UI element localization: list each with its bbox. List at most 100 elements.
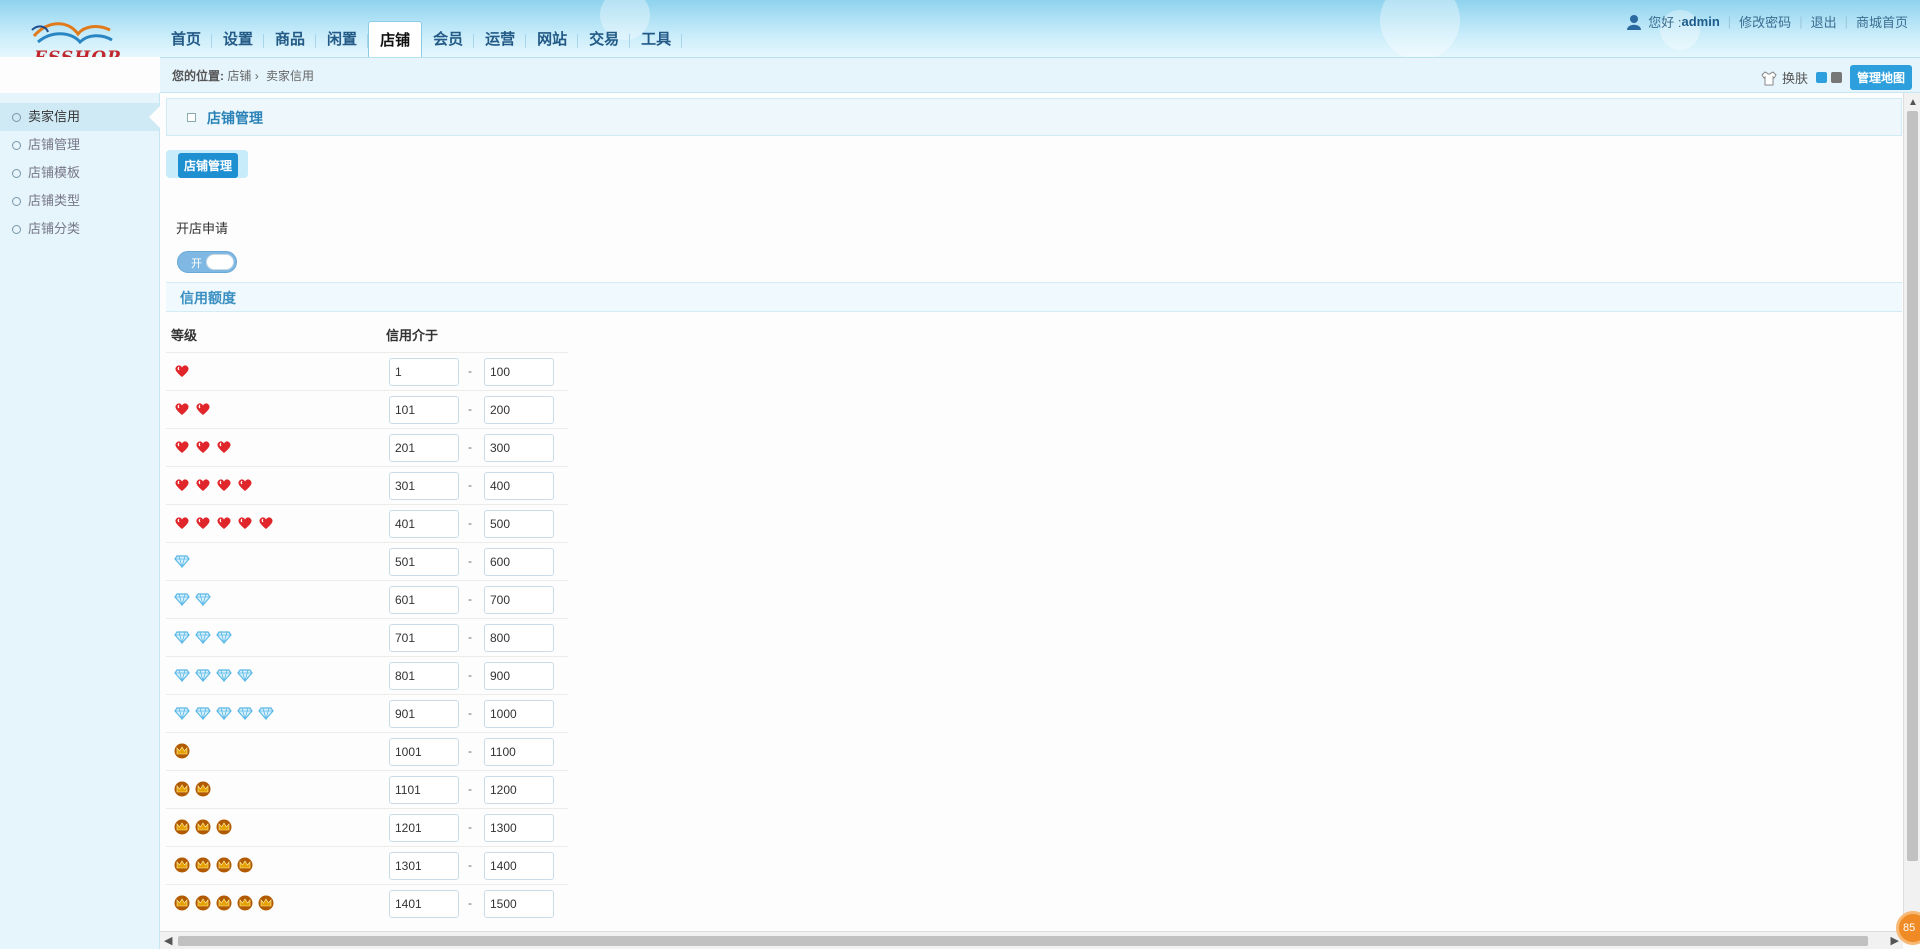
sidebar-item-0[interactable]: 卖家信用 (0, 103, 159, 131)
heart-icon (195, 477, 211, 496)
col-range: 信用介于 (386, 328, 439, 343)
level-icons (174, 895, 274, 914)
credit-max-input[interactable] (484, 852, 554, 880)
section-title: 店铺管理 (207, 110, 263, 126)
scroll-left-icon[interactable]: ◀ (164, 934, 172, 947)
credit-row: - (166, 846, 568, 884)
credit-row: - (166, 694, 568, 732)
heart-icon (237, 477, 253, 496)
nav-tab-5[interactable]: 会员 (422, 23, 475, 57)
nav-tab-9[interactable]: 工具 (630, 23, 683, 57)
heart-icon (195, 439, 211, 458)
credit-section-header: 信用额度 (166, 282, 1902, 312)
credit-min-input[interactable] (389, 814, 459, 842)
credit-row: - (166, 884, 568, 922)
shop-apply-toggle[interactable]: 开 (177, 251, 237, 273)
vertical-scroll-thumb[interactable] (1907, 111, 1918, 861)
skin-link[interactable]: 换肤 (1782, 68, 1808, 87)
credit-min-input[interactable] (389, 662, 459, 690)
credit-max-input[interactable] (484, 510, 554, 538)
credit-min-input[interactable] (389, 776, 459, 804)
credit-max-input[interactable] (484, 814, 554, 842)
sidebar-item-4[interactable]: 店铺分类 (0, 215, 159, 243)
breadcrumb-level1[interactable]: 店铺 (227, 69, 251, 83)
credit-min-input[interactable] (389, 738, 459, 766)
crown-icon (237, 857, 253, 876)
credit-max-input[interactable] (484, 700, 554, 728)
credit-max-input[interactable] (484, 586, 554, 614)
skin-gray-swatch[interactable] (1830, 72, 1842, 83)
heart-icon (174, 515, 190, 534)
nav-tab-7[interactable]: 网站 (526, 23, 579, 57)
credit-row: - (166, 656, 568, 694)
nav-tab-8[interactable]: 交易 (578, 23, 631, 57)
crown-icon (174, 819, 190, 838)
credit-min-input[interactable] (389, 472, 459, 500)
credit-min-input[interactable] (389, 548, 459, 576)
credit-max-input[interactable] (484, 890, 554, 918)
credit-min-input[interactable] (389, 434, 459, 462)
range-dash: - (468, 668, 472, 682)
nav-tab-2[interactable]: 商品 (264, 23, 317, 57)
diamond-icon (195, 705, 211, 724)
logo-text: ESSHOP (34, 48, 121, 57)
tshirt-icon (1761, 70, 1777, 85)
credit-max-input[interactable] (484, 624, 554, 652)
credit-row: - (166, 580, 568, 618)
nav-tab-3[interactable]: 闲置 (316, 23, 369, 57)
level-icons (174, 553, 190, 572)
mall-home-link[interactable]: 商城首页 (1856, 12, 1908, 31)
sidebar-item-2[interactable]: 店铺模板 (0, 159, 159, 187)
vertical-scrollbar[interactable]: ▲ (1903, 93, 1920, 931)
heart-icon (216, 515, 232, 534)
credit-min-input[interactable] (389, 890, 459, 918)
credit-min-input[interactable] (389, 852, 459, 880)
credit-min-input[interactable] (389, 624, 459, 652)
credit-max-input[interactable] (484, 396, 554, 424)
credit-max-input[interactable] (484, 548, 554, 576)
diamond-icon (174, 591, 190, 610)
nav-tab-4[interactable]: 店铺 (368, 21, 423, 57)
breadcrumb-prefix: 您的位置: (172, 69, 224, 83)
diamond-icon (195, 667, 211, 686)
crown-icon (195, 781, 211, 800)
range-dash: - (468, 630, 472, 644)
credit-min-input[interactable] (389, 700, 459, 728)
nav-tab-1[interactable]: 设置 (212, 23, 265, 57)
horizontal-scrollbar[interactable]: ◀ ▶ (160, 931, 1903, 949)
horizontal-scroll-thumb[interactable] (178, 936, 1868, 946)
diamond-icon (237, 705, 253, 724)
sidebar-item-1[interactable]: 店铺管理 (0, 131, 159, 159)
credit-max-input[interactable] (484, 776, 554, 804)
skin-blue-swatch[interactable] (1815, 72, 1827, 83)
credit-min-input[interactable] (389, 586, 459, 614)
crown-icon (174, 895, 190, 914)
credit-max-input[interactable] (484, 358, 554, 386)
range-dash: - (468, 592, 472, 606)
credit-max-input[interactable] (484, 662, 554, 690)
nav-tab-0[interactable]: 首页 (160, 23, 213, 57)
credit-row: - (166, 428, 568, 466)
change-password-link[interactable]: 修改密码 (1739, 12, 1791, 31)
scroll-up-icon[interactable]: ▲ (1908, 97, 1918, 108)
credit-min-input[interactable] (389, 358, 459, 386)
sidebar-item-3[interactable]: 店铺类型 (0, 187, 159, 215)
credit-min-input[interactable] (389, 510, 459, 538)
credit-max-input[interactable] (484, 738, 554, 766)
manage-map-button[interactable]: 管理地图 (1849, 65, 1912, 90)
credit-max-input[interactable] (484, 472, 554, 500)
esshop-logo[interactable]: ESSHOP (20, 12, 130, 57)
diamond-icon (258, 705, 274, 724)
top-header: ESSHOP 首页设置商品闲置店铺会员运营网站交易工具 您好 : admin |… (0, 0, 1920, 57)
heart-icon (174, 401, 190, 420)
tab-shop-manage[interactable]: 店铺管理 (178, 153, 239, 178)
toggle-knob (206, 254, 234, 270)
crown-icon (195, 819, 211, 838)
logout-link[interactable]: 退出 (1811, 12, 1837, 31)
credit-min-input[interactable] (389, 396, 459, 424)
nav-tab-6[interactable]: 运营 (474, 23, 527, 57)
heart-icon (174, 477, 190, 496)
breadcrumb: 您的位置: 店铺 › 卖家信用 (160, 57, 1920, 93)
diamond-icon (174, 629, 190, 648)
credit-max-input[interactable] (484, 434, 554, 462)
